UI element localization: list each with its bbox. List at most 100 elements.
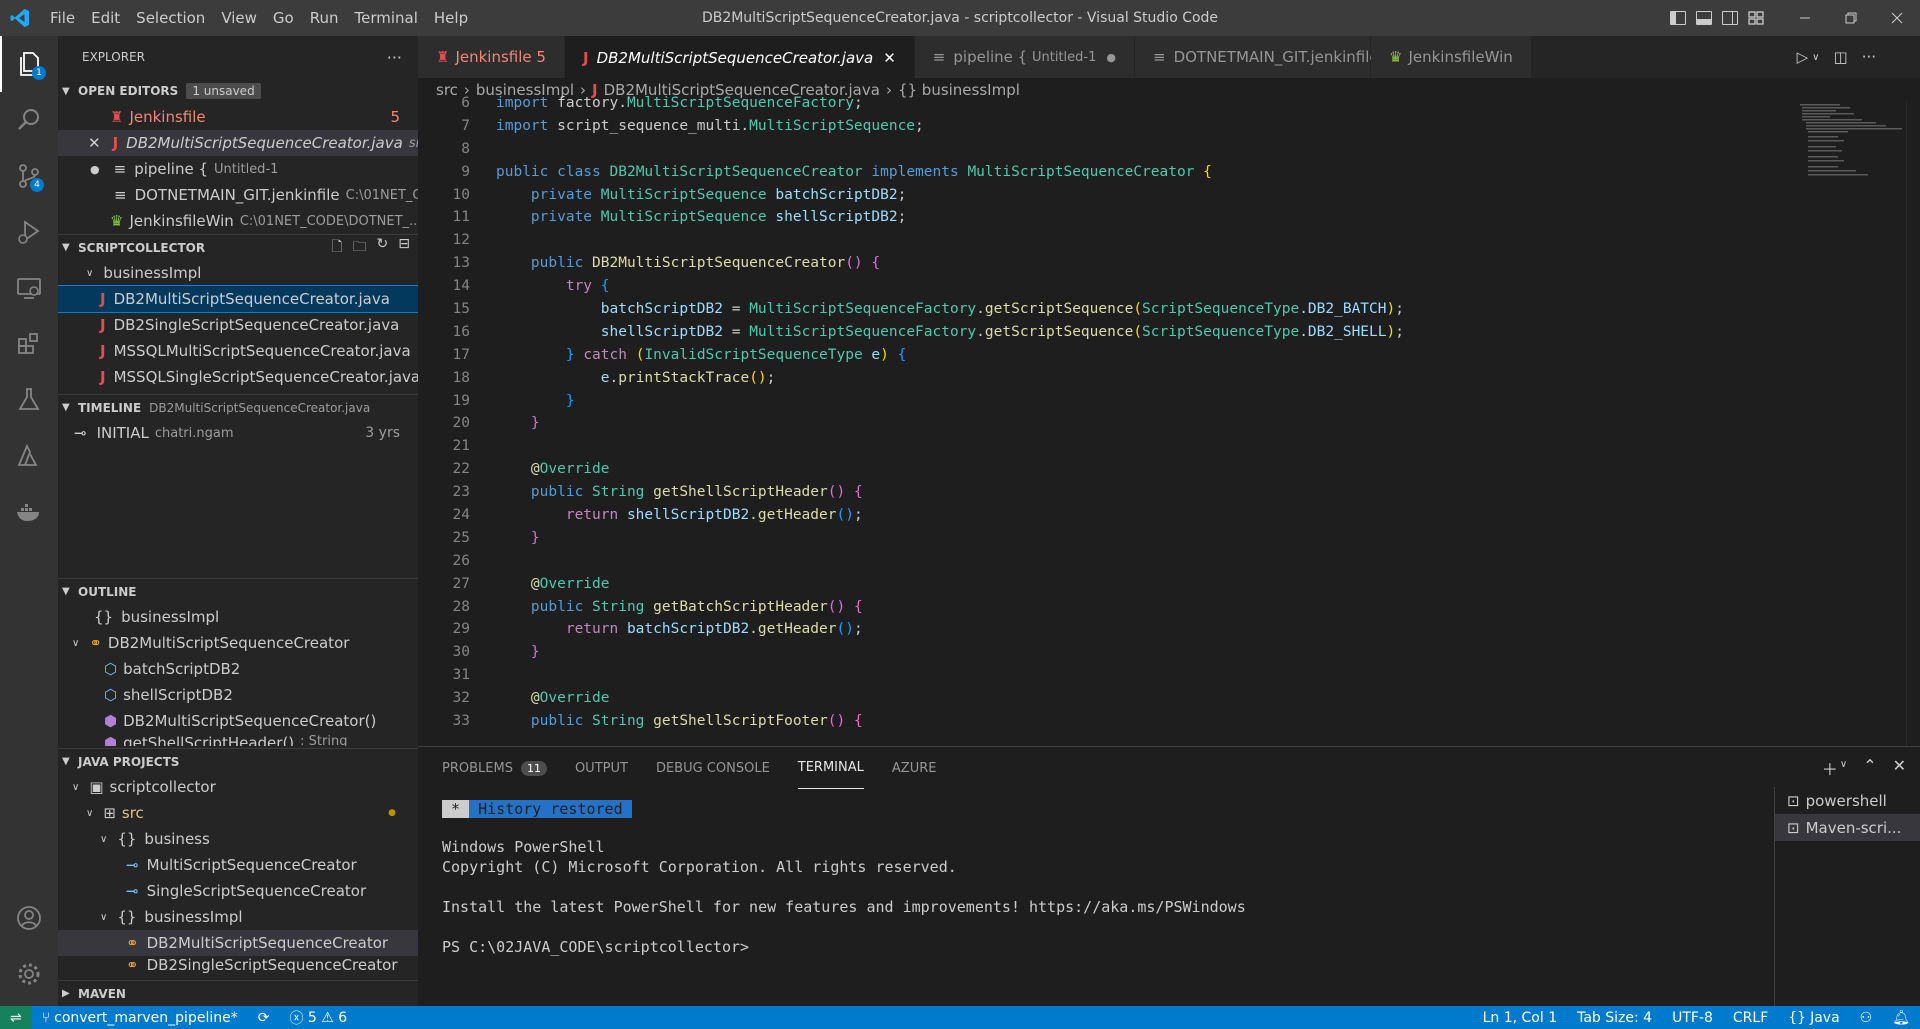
collapse-all-icon[interactable]: ⊟: [398, 236, 410, 260]
menu-help[interactable]: Help: [426, 0, 476, 36]
new-folder-icon[interactable]: 🗀: [353, 236, 367, 260]
terminal-output[interactable]: * History restored Windows PowerShell Co…: [442, 799, 1246, 957]
open-editor-pipeline[interactable]: ● ≡ pipeline { Untitled-1: [58, 156, 418, 182]
more-actions-icon[interactable]: ···: [387, 48, 402, 67]
jp-interface[interactable]: ⊸ MultiScriptSequenceCreator: [58, 852, 418, 878]
new-terminal-icon[interactable]: ＋: [1822, 756, 1838, 780]
code-line[interactable]: 26: [418, 550, 1778, 573]
code-line[interactable]: 24 return shellScriptDB2. getHeader();: [418, 504, 1778, 527]
code-line[interactable]: 20 }: [418, 412, 1778, 435]
code-line[interactable]: 16 shellScriptDB2 = MultiScriptSequenceF…: [418, 321, 1778, 344]
toggle-secondary-sidebar-icon[interactable]: [1722, 11, 1738, 25]
code-line[interactable]: 31: [418, 664, 1778, 687]
code-line[interactable]: 28 public String getBatchScriptHeader() …: [418, 596, 1778, 619]
cursor-position[interactable]: Ln 1, Col 1: [1473, 1010, 1568, 1026]
outline-field[interactable]: ⬡ shellScriptDB2: [58, 682, 418, 708]
code-line[interactable]: 9 public class DB2MultiScriptSequenceCrea…: [418, 161, 1778, 184]
outline-constructor[interactable]: ⬢ DB2MultiScriptSequenceCreator(): [58, 708, 418, 734]
sync-indicator[interactable]: ⟳: [248, 1010, 280, 1026]
code-line[interactable]: 33 public String getShellScriptFooter() …: [418, 710, 1778, 733]
file-mssqlsingle[interactable]: J MSSQLSingleScriptSequenceCreator.java: [58, 364, 418, 390]
project-header[interactable]: ▼ SCRIPTCOLLECTOR 🗋 🗀 ↻ ⊟: [58, 234, 418, 260]
menu-view[interactable]: View: [213, 0, 265, 36]
customize-layout-icon[interactable]: [1748, 11, 1764, 25]
code-line[interactable]: 12: [418, 229, 1778, 252]
azure-activity[interactable]: [0, 428, 58, 484]
code-line[interactable]: 15 batchScriptDB2 = MultiScriptSequenceF…: [418, 298, 1778, 321]
tab-pipeline[interactable]: ≡ pipeline { Untitled-1 ●: [914, 36, 1135, 78]
jp-class[interactable]: ⚭ DB2MultiScriptSequenceCreator: [58, 930, 418, 956]
language-mode[interactable]: {} Java: [1778, 1010, 1849, 1026]
file-db2single[interactable]: J DB2SingleScriptSequenceCreator.java: [58, 312, 418, 338]
tab-size[interactable]: Tab Size: 4: [1567, 1010, 1662, 1026]
unsaved-dot-icon[interactable]: ●: [1106, 51, 1116, 64]
code-line[interactable]: 32 @ Override: [418, 687, 1778, 710]
open-editor-jenkinsfile[interactable]: ♜ Jenkinsfile 5: [58, 104, 418, 130]
open-editor-jenkinsfilewin[interactable]: ♛ JenkinsfileWin C:\01NET_CODE\DOTNET_..…: [58, 208, 418, 234]
tab-terminal[interactable]: TERMINAL: [797, 747, 864, 789]
more-actions-icon[interactable]: ···: [1862, 48, 1876, 66]
split-editor-icon[interactable]: ◫: [1834, 48, 1848, 66]
jp-src[interactable]: ∨ ⊞ src ●: [58, 800, 418, 826]
tab-debug-console[interactable]: DEBUG CONSOLE: [656, 747, 770, 789]
run-icon[interactable]: ▷: [1797, 48, 1809, 66]
refresh-icon[interactable]: ↻: [377, 236, 389, 260]
run-debug-activity[interactable]: [0, 204, 58, 260]
outline-header[interactable]: ▼ OUTLINE: [58, 578, 418, 604]
menu-file[interactable]: File: [42, 0, 83, 36]
code-line[interactable]: 14 try {: [418, 275, 1778, 298]
code-line[interactable]: 29 return batchScriptDB2. getHeader();: [418, 618, 1778, 641]
explorer-activity[interactable]: 1: [0, 36, 58, 92]
code-line[interactable]: 7 import script_sequence_multi. MultiScrip…: [418, 115, 1778, 138]
encoding[interactable]: UTF-8: [1662, 1010, 1723, 1026]
code-line[interactable]: 27 @ Override: [418, 573, 1778, 596]
maximize-panel-icon[interactable]: ⌃: [1863, 756, 1876, 780]
tab-db2multi[interactable]: J DB2MultiScriptSequenceCreator.java ✕: [564, 36, 915, 78]
file-mssqlmulti[interactable]: J MSSQLMultiScriptSequenceCreator.java: [58, 338, 418, 364]
code-line[interactable]: 13 public DB2MultiScriptSequenceCreator(…: [418, 252, 1778, 275]
jp-project[interactable]: ∨ ▣ scriptcollector: [58, 774, 418, 800]
menu-edit[interactable]: Edit: [83, 0, 128, 36]
tab-output[interactable]: OUTPUT: [575, 747, 628, 789]
tab-problems[interactable]: PROBLEMS 11: [442, 747, 547, 789]
docker-activity[interactable]: [0, 484, 58, 540]
extensions-activity[interactable]: [0, 316, 58, 372]
code-line[interactable]: 23 public String getShellScriptHeader() …: [418, 481, 1778, 504]
manage-activity[interactable]: [0, 946, 58, 1002]
folder-businessimpl[interactable]: ∨ businessImpl: [58, 260, 418, 286]
toggle-panel-icon[interactable]: [1696, 11, 1712, 25]
new-file-icon[interactable]: 🗋: [331, 236, 342, 260]
tab-dotnetmain[interactable]: ≡ DOTNETMAIN_GIT.jenkinfile: [1134, 36, 1379, 78]
tab-jenkinsfilewin[interactable]: ♛ JenkinsfileWin: [1370, 36, 1532, 78]
feedback-button[interactable]: ⚇: [1850, 1010, 1883, 1026]
menu-selection[interactable]: Selection: [128, 0, 213, 36]
menu-go[interactable]: Go: [265, 0, 302, 36]
jp-interface[interactable]: ⊸ SingleScriptSequenceCreator: [58, 878, 418, 904]
line-ending[interactable]: CRLF: [1723, 1010, 1778, 1026]
outline-class[interactable]: ∨ ⚭ DB2MultiScriptSequenceCreator: [58, 630, 418, 656]
notifications-button[interactable]: 🔔︎: [1882, 1010, 1920, 1026]
minimize-button[interactable]: [1782, 0, 1828, 36]
code-line[interactable]: 6 import factory. MultiScriptSequenceFacto…: [418, 92, 1778, 115]
source-control-activity[interactable]: 4: [0, 148, 58, 204]
chevron-down-icon[interactable]: ∨: [1812, 52, 1819, 63]
toggle-primary-sidebar-icon[interactable]: [1670, 11, 1686, 25]
jp-business[interactable]: ∨ {} business: [58, 826, 418, 852]
testing-activity[interactable]: [0, 372, 58, 428]
java-projects-header[interactable]: ▼ JAVA PROJECTS: [58, 748, 418, 774]
open-editors-header[interactable]: ▼ OPEN EDITORS 1 unsaved: [58, 78, 418, 104]
minimap[interactable]: [1796, 102, 1906, 742]
outline-method[interactable]: ⬢ getShellScriptHeader() : String: [58, 734, 418, 746]
code-line[interactable]: 8: [418, 138, 1778, 161]
editor-scrollbar[interactable]: [1906, 102, 1920, 746]
remote-explorer-activity[interactable]: [0, 260, 58, 316]
code-line[interactable]: 34 return shellScriptDB2.getFooter();: [418, 733, 1778, 737]
menu-run[interactable]: Run: [302, 0, 347, 36]
code-line[interactable]: 21: [418, 435, 1778, 458]
accounts-activity[interactable]: [0, 890, 58, 946]
menu-terminal[interactable]: Terminal: [347, 0, 426, 36]
timeline-entry[interactable]: ⊸ INITIAL chatri.ngam 3 yrs: [58, 420, 418, 446]
code-line[interactable]: 19 }: [418, 390, 1778, 413]
close-panel-icon[interactable]: ✕: [1893, 756, 1906, 780]
terminal-item-powershell[interactable]: ⊡ powershell: [1775, 787, 1920, 814]
